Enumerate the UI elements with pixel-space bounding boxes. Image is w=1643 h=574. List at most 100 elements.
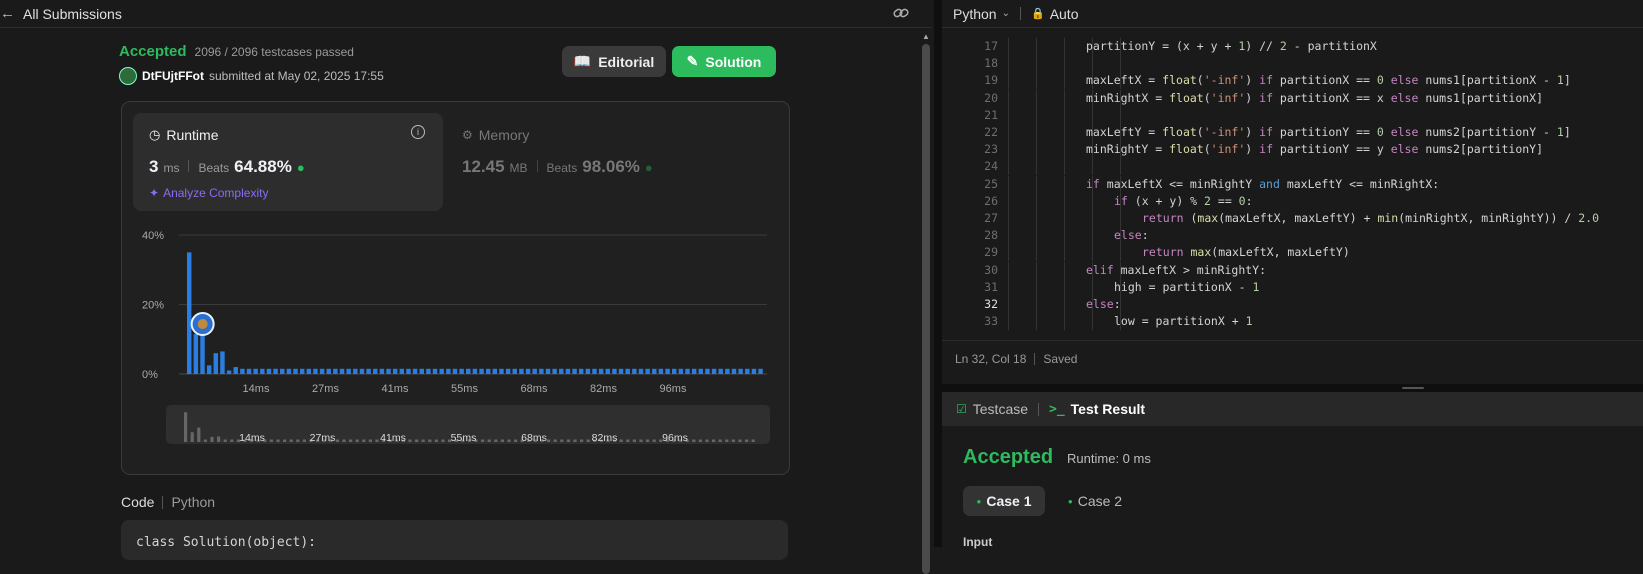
submission-panel: ← All Submissions Accepted 2096 / 2096 t…: [0, 0, 932, 574]
arrow-left-icon: ←: [0, 5, 15, 22]
indent-guide: [1008, 89, 1009, 107]
bar: [612, 368, 617, 374]
indent-guide: [1064, 227, 1065, 245]
code-line[interactable]: 25 if maxLeftX <= minRightY and maxLeftY …: [942, 175, 1643, 193]
divider: [1034, 353, 1036, 365]
indent-guide: [1120, 210, 1121, 227]
username[interactable]: DtFUjtFFot: [142, 69, 204, 83]
bar: [479, 368, 484, 374]
bar: [691, 368, 697, 374]
tab-testcase[interactable]: ☑ Testcase: [956, 401, 1028, 417]
code-line[interactable]: 31 high = partitionX - 1: [942, 278, 1643, 296]
mini-bar: [210, 436, 214, 442]
bar: [678, 368, 684, 374]
bar: [745, 368, 750, 374]
code-line[interactable]: 28 else:: [942, 227, 1643, 245]
indent-guide: [1064, 210, 1065, 227]
x-tick-label: 68ms: [521, 383, 548, 395]
x-tick-label: 41ms: [382, 383, 409, 395]
case-2-tab[interactable]: ● Case 2: [1054, 486, 1136, 516]
runtime-distribution-chart[interactable]: 40% 20% 0% 14ms 27ms 41ms 55ms 68ms 82ms 96ms 14ms…: [122, 217, 789, 467]
indent-guide: [1064, 106, 1065, 124]
mini-x-tick-label: 96ms: [662, 432, 688, 444]
mini-bar: [355, 439, 359, 442]
code-line[interactable]: 18: [942, 55, 1643, 73]
mini-bar: [481, 439, 485, 442]
code-line[interactable]: 30 elif maxLeftX > minRightY:: [942, 261, 1643, 279]
line-number: 25: [984, 176, 998, 191]
code-line[interactable]: 21: [942, 106, 1643, 124]
memory-box[interactable]: ⚙ Memory 12.45 MB Beats 98.06% ●: [462, 113, 762, 211]
mini-x-tick-label: 68ms: [521, 432, 547, 444]
code-line[interactable]: 23 minRightY = float('inf') if partitionY…: [942, 141, 1643, 159]
indent-guide: [1064, 72, 1065, 90]
bar: [618, 368, 624, 374]
divider: [536, 160, 538, 172]
runtime-box[interactable]: ◷ Runtime i 3 ms Beats 64.88% ● ✦ Analyz…: [133, 113, 443, 211]
runtime-unit: ms: [163, 161, 180, 175]
code-editor[interactable]: 17 partitionY = (x + y + 1) // 2 - partit…: [942, 30, 1643, 340]
indent-guide: [1008, 227, 1009, 245]
indent-guide: [1036, 55, 1037, 73]
bar: [392, 368, 398, 374]
indent-guide: [1064, 192, 1065, 210]
back-link[interactable]: ← All Submissions: [0, 5, 122, 22]
editorial-button[interactable]: 📖 Editorial: [562, 46, 666, 77]
tab-test-result[interactable]: >_ Test Result: [1049, 401, 1145, 417]
line-text: return (max(maxLeftX, maxLeftY) + min(mi…: [1142, 211, 1600, 225]
avatar[interactable]: [119, 67, 137, 85]
line-text: minRightX = float('inf') if partitionX =…: [1086, 90, 1544, 105]
line-number: 33: [984, 314, 998, 329]
indent-guide: [1064, 55, 1065, 73]
code-line[interactable]: 24: [942, 158, 1643, 176]
code-line[interactable]: 33 low = partitionX + 1: [942, 313, 1643, 331]
runtime-beats-label: Beats: [198, 161, 230, 175]
case-1-tab[interactable]: ● Case 1: [963, 486, 1045, 516]
code-line[interactable]: 20 minRightX = float('inf') if partitionX…: [942, 89, 1643, 107]
bar: [472, 368, 478, 374]
solution-label: Solution: [705, 53, 762, 70]
mini-bar: [190, 432, 194, 442]
code-line[interactable]: 26 if (x + y) % 2 == 0:: [942, 192, 1643, 210]
solution-button[interactable]: ✎ Solution: [672, 46, 776, 77]
mode-select[interactable]: 🔒 Auto: [1031, 6, 1079, 22]
bar: [492, 368, 498, 374]
link-icon[interactable]: [892, 4, 910, 27]
bar: [273, 368, 278, 374]
edit-icon: ✎: [686, 53, 699, 69]
tab-test-result-label: Test Result: [1070, 401, 1146, 417]
analyze-complexity-link[interactable]: ✦ Analyze Complexity: [149, 186, 268, 200]
code-line[interactable]: 17 partitionY = (x + y + 1) // 2 - partit…: [942, 38, 1643, 55]
memory-unit: MB: [509, 161, 528, 175]
panel-divider[interactable]: [934, 0, 942, 547]
bar: [386, 368, 391, 374]
resize-handle[interactable]: [942, 384, 1643, 392]
indent-guide: [1092, 210, 1093, 227]
bar: [313, 368, 318, 374]
result-status: Accepted: [963, 446, 1054, 468]
indent-guide: [1036, 244, 1037, 262]
line-text: minRightY = float('inf') if partitionY =…: [1086, 142, 1544, 157]
language-select[interactable]: Python ⌄: [953, 6, 1010, 22]
scrollbar[interactable]: ▲: [920, 30, 932, 574]
indent-guide: [1008, 38, 1009, 55]
chip-icon: ⚙: [462, 128, 473, 142]
code-line[interactable]: 32 else:: [942, 296, 1643, 313]
code-line[interactable]: 29 return max(maxLeftX, maxLeftY): [942, 244, 1643, 262]
mini-bar: [698, 439, 702, 442]
mini-bar: [692, 439, 696, 442]
y-tick-label: 20%: [142, 300, 164, 312]
bar: [459, 368, 464, 374]
indent-guide: [1008, 124, 1009, 141]
indent-guide: [1008, 313, 1009, 331]
indent-guide: [1008, 192, 1009, 210]
scroll-up-icon[interactable]: ▲: [922, 32, 930, 41]
bar: [466, 368, 471, 374]
line-number: 28: [984, 228, 998, 243]
indent-guide: [1092, 227, 1093, 245]
scrollbar-thumb[interactable]: [922, 44, 930, 574]
code-line[interactable]: 22 maxLeftY = float('-inf') if partitionY…: [942, 124, 1643, 141]
code-line[interactable]: 27 return (max(maxLeftX, maxLeftY) + min(…: [942, 210, 1643, 227]
info-icon[interactable]: i: [411, 125, 425, 139]
code-line[interactable]: 19 maxLeftX = float('-inf') if partitionX…: [942, 72, 1643, 90]
